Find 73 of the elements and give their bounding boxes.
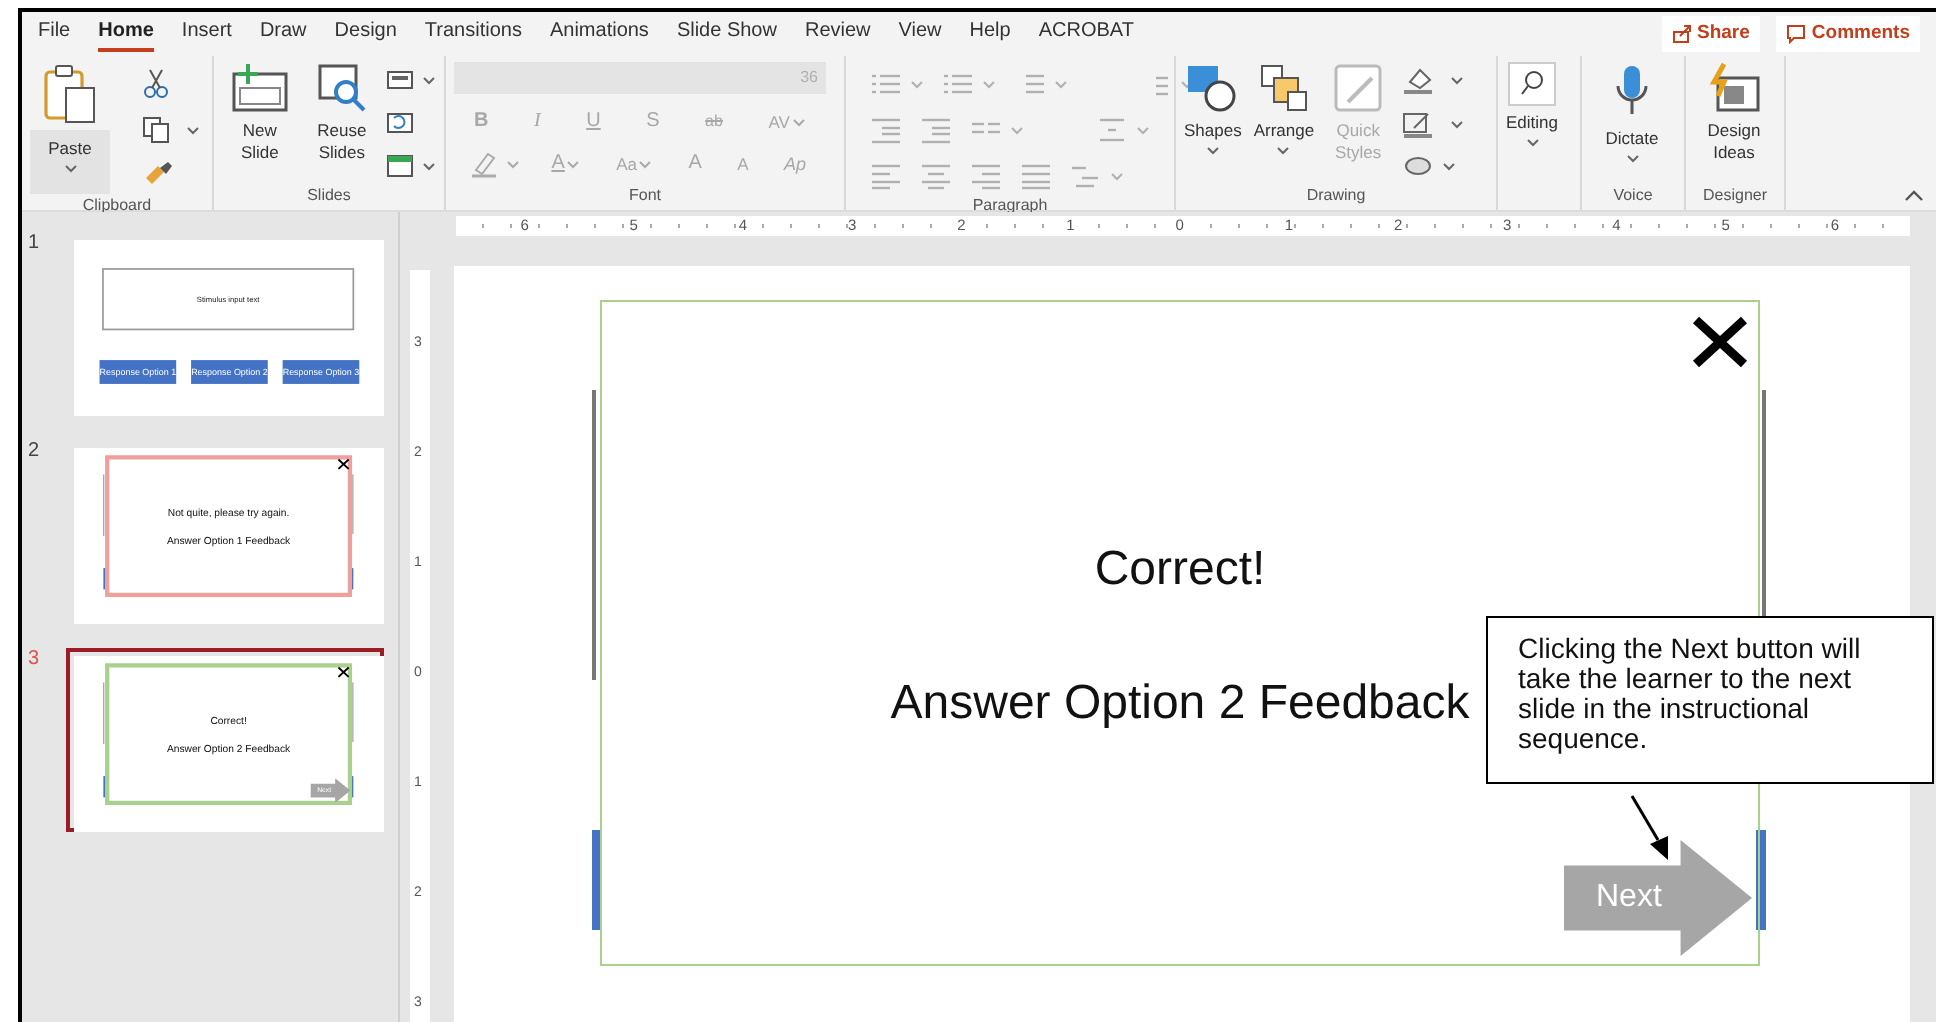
caret-icon[interactable]: [422, 161, 436, 171]
caret-icon[interactable]: [1205, 146, 1220, 156]
paste-icon: [40, 62, 100, 126]
ribbon-tab[interactable]: Insert: [181, 16, 232, 52]
ribbon-tab[interactable]: Animations: [549, 16, 649, 52]
ribbon-tab[interactable]: File: [38, 16, 71, 52]
group-label: Designer: [1702, 186, 1767, 204]
slide-number: 3: [28, 648, 40, 670]
share-button[interactable]: Share: [1661, 15, 1760, 53]
ribbon-tab[interactable]: Design: [334, 16, 397, 52]
copy-icon[interactable]: [142, 116, 170, 144]
paste-button[interactable]: Paste: [30, 62, 110, 194]
caret-icon[interactable]: [1625, 154, 1639, 164]
quick-styles-icon: [1332, 62, 1385, 114]
new-slide-button[interactable]: New Slide: [222, 62, 298, 164]
group-label: Slides: [307, 186, 351, 204]
cut-icon[interactable]: [142, 68, 170, 100]
ribbon-tab[interactable]: Slide Show: [676, 16, 777, 52]
editing-button[interactable]: Editing: [1506, 62, 1558, 148]
design-ideas-icon: [1706, 62, 1762, 114]
edge-bar: [103, 568, 106, 590]
slide-number: 1: [28, 232, 40, 254]
reuse-slides-button[interactable]: Reuse Slides: [309, 62, 374, 164]
caret-icon[interactable]: [1442, 161, 1457, 171]
section-icon[interactable]: [386, 154, 414, 178]
arrange-button[interactable]: Arrange: [1253, 62, 1315, 156]
share-icon: [1671, 24, 1691, 44]
edge-bar: [1756, 830, 1766, 930]
ribbon-tab[interactable]: Help: [969, 16, 1011, 52]
reset-icon[interactable]: [386, 110, 414, 134]
ribbon-tab[interactable]: View: [898, 16, 942, 52]
slide-number: 2: [28, 440, 40, 462]
edge-bar: [103, 776, 106, 798]
ribbon-tab[interactable]: ACROBAT: [1038, 16, 1134, 52]
edge-bar: [592, 830, 602, 930]
brush-icon[interactable]: [142, 160, 174, 188]
close-icon[interactable]: [1690, 314, 1750, 370]
collapse-icon[interactable]: [1904, 188, 1924, 202]
search-icon: [1508, 62, 1556, 106]
caret-icon[interactable]: [1525, 138, 1539, 148]
ribbon-tab[interactable]: Home: [98, 16, 154, 52]
caret-icon[interactable]: [63, 164, 77, 174]
ribbon-tab[interactable]: Draw: [259, 16, 307, 52]
callout: Clicking the Next button will take the learner to the next slide in the instructional sequence.: [1486, 616, 1934, 784]
caret-icon[interactable]: [422, 75, 436, 85]
fill-icon[interactable]: [1402, 66, 1435, 94]
shapes-icon: [1184, 62, 1241, 114]
close-icon[interactable]: [337, 458, 350, 471]
comments-button[interactable]: Comments: [1775, 15, 1920, 53]
design-ideas-button[interactable]: Design Ideas: [1694, 62, 1774, 164]
dictate-button[interactable]: Dictate: [1590, 62, 1674, 164]
caret-icon[interactable]: [1276, 146, 1291, 156]
group-label: Voice: [1613, 186, 1653, 204]
group-label: Drawing: [1306, 186, 1366, 204]
caret-icon[interactable]: [186, 125, 200, 135]
group-label: Font: [628, 186, 661, 204]
feedback-text: Answer Option 2 Feedback: [890, 676, 1470, 730]
shapes-button[interactable]: Shapes: [1184, 62, 1242, 156]
layout-icon[interactable]: [386, 70, 414, 90]
caret-icon[interactable]: [1450, 119, 1465, 129]
group-label: Paragraph: [972, 196, 1048, 214]
close-icon[interactable]: [337, 666, 350, 679]
ribbon-tab[interactable]: Review: [804, 16, 871, 52]
group-label: Clipboard: [82, 196, 152, 214]
comment-icon: [1785, 24, 1806, 44]
arrange-icon: [1257, 62, 1310, 114]
effects-icon[interactable]: [1402, 154, 1435, 178]
ribbon-tab[interactable]: Transitions: [424, 16, 522, 52]
reuse-slides-icon: [315, 62, 368, 114]
new-slide-icon: [229, 62, 290, 114]
caret-icon[interactable]: [1450, 75, 1465, 85]
feedback-heading: Correct!: [1094, 542, 1266, 596]
outline-icon[interactable]: [1402, 110, 1435, 138]
